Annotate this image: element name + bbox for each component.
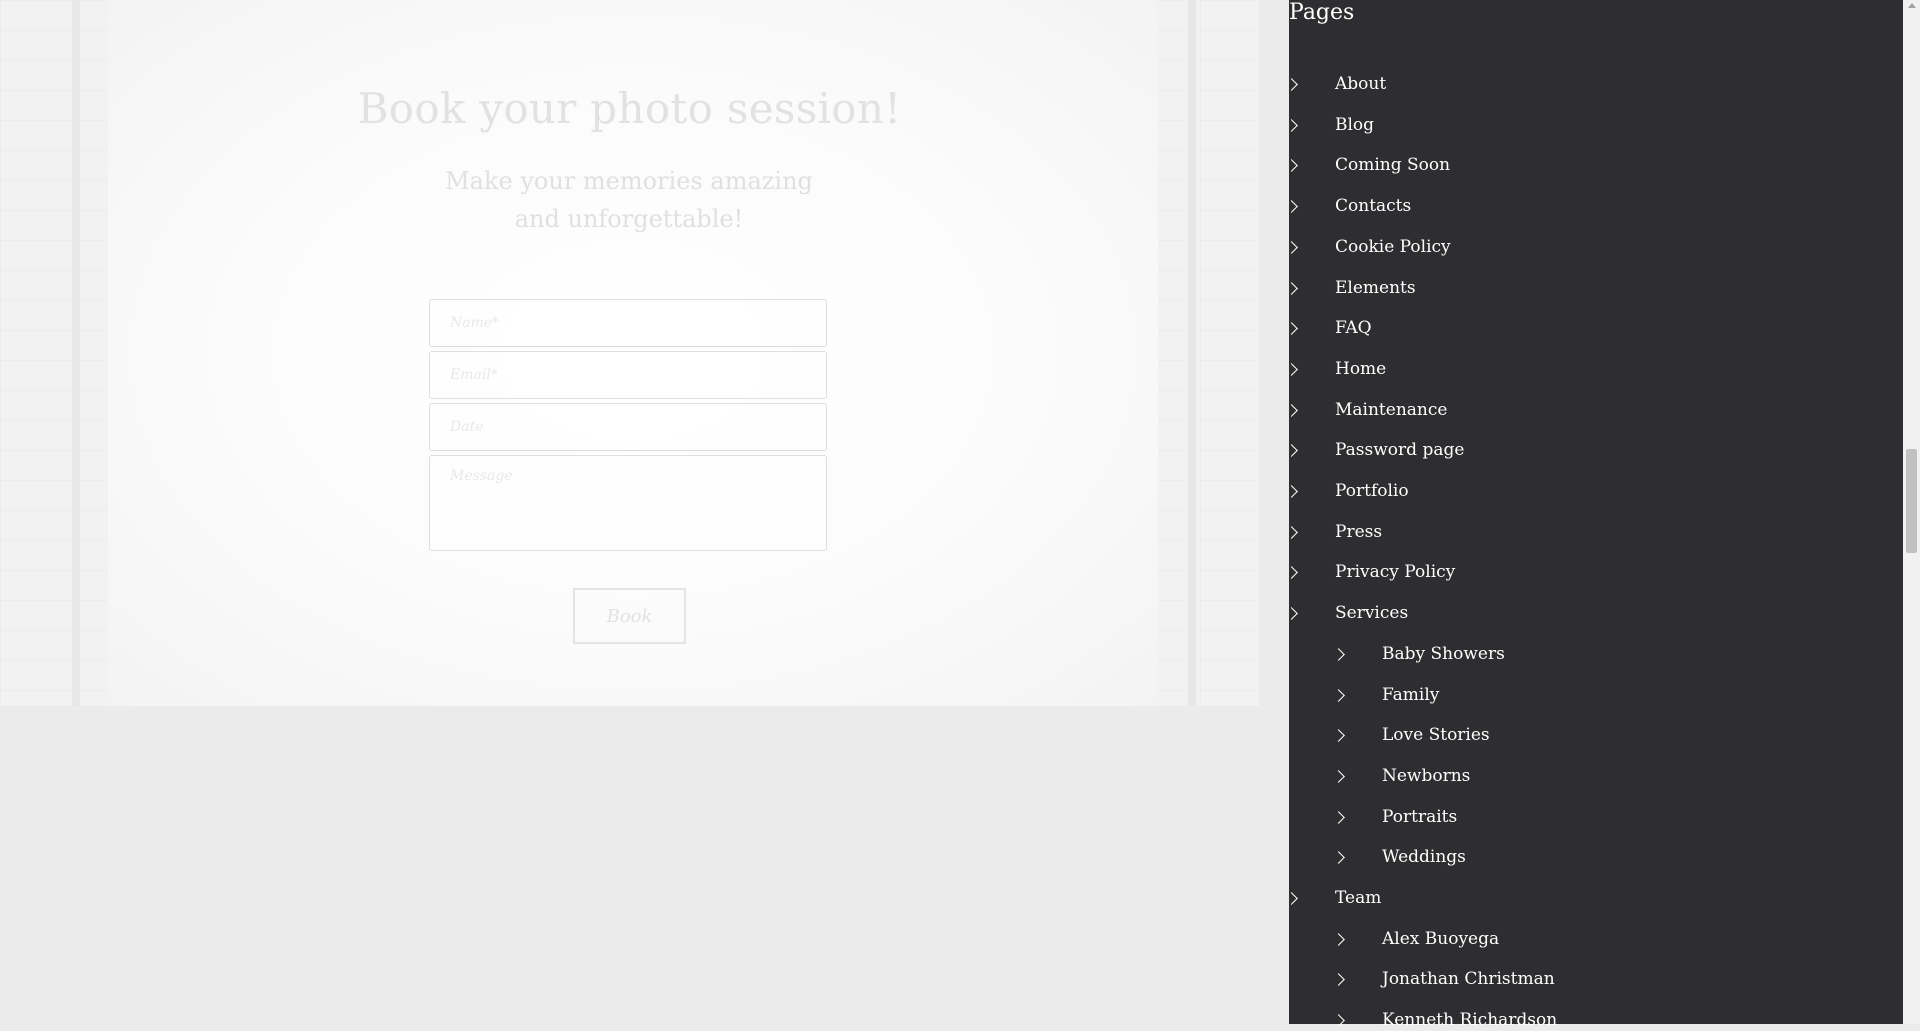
page-link[interactable]: Home [1335, 358, 1386, 380]
page-link[interactable]: Baby Showers [1382, 643, 1505, 665]
message-field[interactable] [429, 455, 827, 551]
page-link[interactable]: Press [1335, 521, 1382, 543]
page-link[interactable]: About [1335, 73, 1386, 95]
page-link[interactable]: Maintenance [1335, 399, 1447, 421]
page-link[interactable]: Privacy Policy [1335, 561, 1455, 583]
email-field[interactable] [429, 351, 827, 399]
book-button[interactable]: Book [573, 588, 686, 644]
panel-title: Pages [1289, 0, 1355, 25]
page-link[interactable]: Newborns [1382, 765, 1470, 787]
booking-subtitle: Make your memories amazing and unforgett… [445, 167, 813, 233]
date-field[interactable] [429, 403, 827, 451]
page-link[interactable]: Team [1335, 887, 1381, 909]
page-link[interactable]: Weddings [1382, 846, 1466, 868]
booking-title: Book your photo session! [357, 84, 902, 133]
page-link[interactable]: Blog [1335, 114, 1374, 136]
page-link[interactable]: Password page [1335, 439, 1464, 461]
name-field[interactable] [429, 299, 827, 347]
page-link[interactable]: Cookie Policy [1335, 236, 1451, 258]
page-link[interactable]: Contacts [1335, 195, 1411, 217]
scroll-up-arrow-icon[interactable] [1908, 3, 1916, 8]
page-link[interactable]: Kenneth Richardson [1382, 1009, 1557, 1031]
page-link[interactable]: Elements [1335, 277, 1416, 299]
page-link[interactable]: Coming Soon [1335, 154, 1450, 176]
scrollbar-thumb[interactable] [1906, 449, 1917, 553]
page-link[interactable]: Services [1335, 602, 1408, 624]
page-link[interactable]: Portfolio [1335, 480, 1409, 502]
page-link[interactable]: FAQ [1335, 317, 1372, 339]
page-link[interactable]: Alex Buoyega [1382, 928, 1499, 950]
page-link[interactable]: Love Stories [1382, 724, 1490, 746]
page-link[interactable]: Portraits [1382, 806, 1457, 828]
booking-section: Book your photo session! Make your memor… [0, 0, 1259, 706]
page-link[interactable]: Jonathan Christman [1382, 968, 1555, 990]
page-link[interactable]: Family [1382, 684, 1439, 706]
